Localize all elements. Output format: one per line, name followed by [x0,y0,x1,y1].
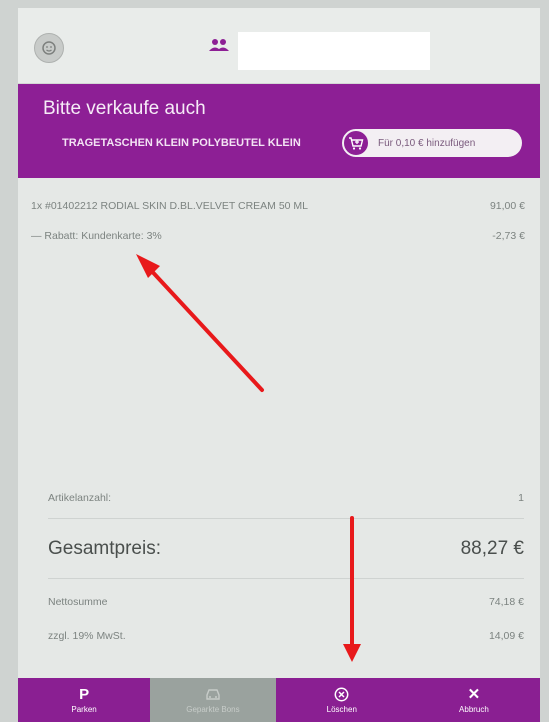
annotation-arrow-discount [136,254,264,392]
annotation-arrow-delete [343,516,361,662]
annotation-arrows [136,254,361,662]
